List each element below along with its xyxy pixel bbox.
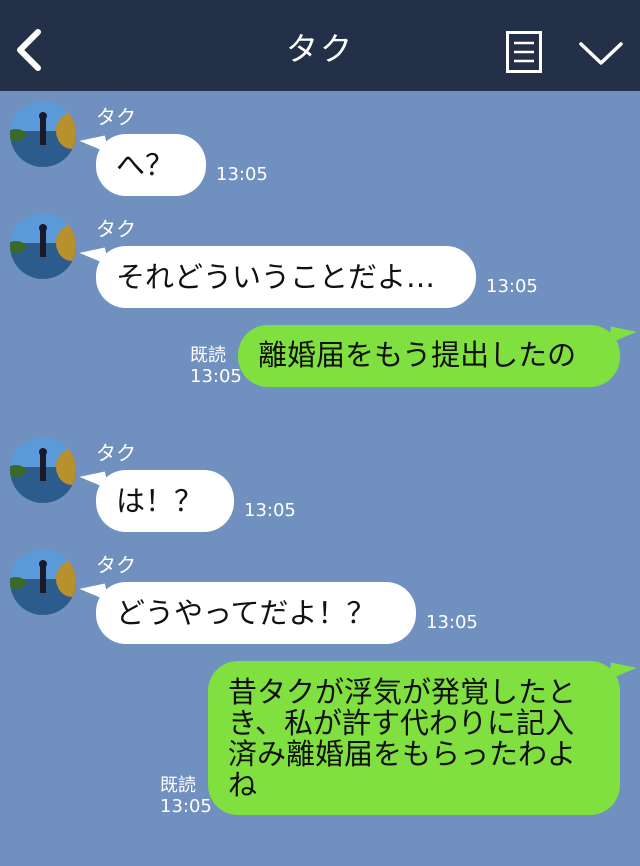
message-bubble-incoming[interactable]: それどういうことだよ…	[96, 246, 476, 308]
sender-name: タク	[96, 441, 136, 465]
message-time: 13:05	[244, 500, 296, 521]
sender-name: タク	[96, 553, 136, 577]
read-label: 既読	[190, 345, 226, 366]
avatar[interactable]	[10, 437, 76, 503]
read-label: 既読	[160, 775, 196, 796]
chat-title: タク	[285, 30, 354, 68]
note-menu-icon[interactable]	[506, 31, 542, 73]
read-receipt: 既読 13:05	[160, 775, 212, 817]
chevron-down-icon[interactable]	[578, 38, 624, 68]
message-bubble-incoming[interactable]: どうやってだよ！？	[96, 582, 416, 644]
message-time: 13:05	[426, 612, 478, 633]
message-bubble-outgoing[interactable]: 昔タクが浮気が発覚したとき、私が許す代わりに記入済み離婚届をもらったわよね	[208, 661, 620, 815]
avatar[interactable]	[10, 101, 76, 167]
message-time: 13:05	[160, 796, 212, 817]
message-bubble-incoming[interactable]: は！？	[96, 470, 234, 532]
message-bubble-outgoing[interactable]: 離婚届をもう提出したの	[238, 325, 620, 387]
message-time: 13:05	[190, 366, 242, 387]
avatar[interactable]	[10, 549, 76, 615]
message-time: 13:05	[486, 276, 538, 297]
read-receipt: 既読 13:05	[190, 345, 242, 387]
avatar[interactable]	[10, 213, 76, 279]
chat-header: タク	[0, 0, 640, 91]
message-bubble-incoming[interactable]: へ？	[96, 134, 206, 196]
sender-name: タク	[96, 105, 136, 129]
message-time: 13:05	[216, 164, 268, 185]
sender-name: タク	[96, 217, 136, 241]
